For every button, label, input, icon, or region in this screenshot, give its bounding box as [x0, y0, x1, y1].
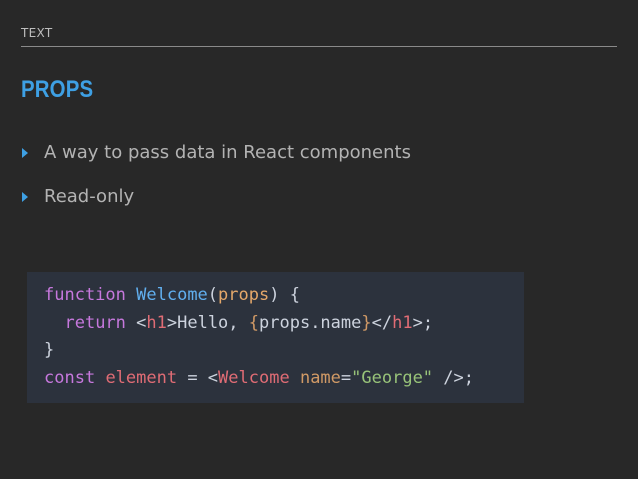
code-token: ( — [207, 285, 219, 305]
code-token: ) { — [269, 285, 300, 305]
code-block: function Welcome(props) { return <h1>Hel… — [27, 272, 524, 403]
code-token: />; — [433, 367, 474, 388]
code-token: = — [340, 367, 352, 388]
code-line: return <h1>Hello, {props.name}</h1>; — [44, 310, 524, 338]
code-token: h1 — [392, 312, 413, 333]
code-token: >; — [412, 312, 434, 333]
code-token: function — [44, 285, 126, 305]
code-token: } — [44, 340, 55, 360]
code-token: element — [105, 367, 178, 388]
slide-title: PROPS — [21, 76, 94, 103]
triangle-bullet-icon — [22, 191, 28, 202]
code-token: name — [299, 367, 341, 388]
code-token: props — [218, 285, 270, 305]
code-token: = < — [177, 367, 219, 388]
code-token: "George" — [351, 367, 434, 388]
triangle-bullet-icon — [22, 147, 28, 158]
code-token: props.name — [259, 312, 362, 333]
bullet-text: A way to pass data in React components — [44, 141, 411, 163]
code-token: Welcome — [218, 367, 290, 388]
code-line: function Welcome(props) { — [44, 282, 524, 310]
code-token: const — [44, 367, 96, 388]
code-token: { — [248, 312, 260, 333]
section-label: TEXT — [21, 26, 53, 40]
bullet-text: Read-only — [44, 185, 135, 207]
code-token: } — [361, 312, 372, 333]
code-token: return — [64, 312, 126, 333]
code-token: Welcome — [136, 285, 208, 305]
code-token: h1 — [146, 312, 167, 333]
code-token: >Hello, — [166, 312, 249, 333]
code-line: } — [44, 337, 524, 365]
bullet-list: A way to pass data in React components R… — [22, 139, 411, 227]
code-token: </ — [371, 312, 393, 333]
bullet-item: A way to pass data in React components — [22, 139, 411, 165]
code-line: const element = <Welcome name="George" /… — [44, 365, 524, 393]
code-token: < — [125, 312, 147, 333]
slide: TEXT PROPS A way to pass data in React c… — [0, 0, 638, 479]
bullet-item: Read-only — [22, 183, 411, 209]
header-divider — [21, 46, 617, 47]
